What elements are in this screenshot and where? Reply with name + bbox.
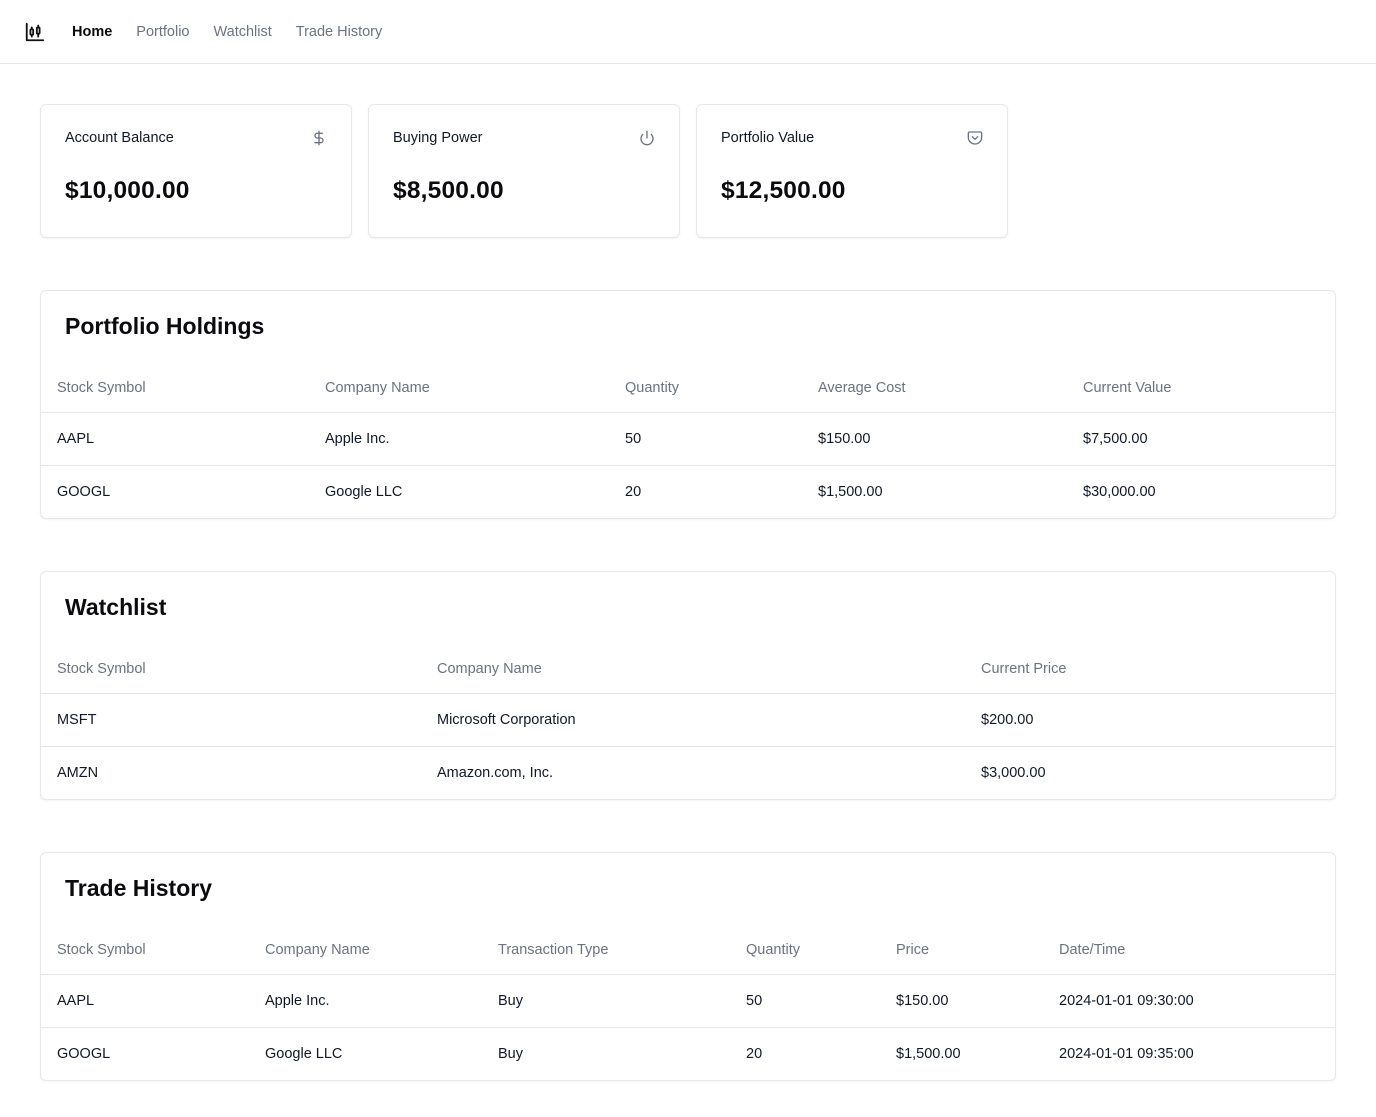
column-header: Stock Symbol <box>41 365 309 413</box>
table-row[interactable]: GOOGL Google LLC 20 $1,500.00 $30,000.00 <box>41 465 1335 518</box>
column-header: Stock Symbol <box>41 927 249 975</box>
table-cell: 2024-01-01 09:30:00 <box>1043 974 1335 1028</box>
table-cell: 50 <box>730 974 880 1028</box>
section-title: Watchlist <box>65 594 167 620</box>
column-header: Average Cost <box>802 365 1067 413</box>
table-cell: Apple Inc. <box>249 974 482 1028</box>
table-cell: $1,500.00 <box>896 1045 961 1062</box>
trade-history-table: Stock Symbol Company Name Transaction Ty… <box>41 927 1335 1080</box>
table-cell: AMZN <box>57 764 99 781</box>
stat-label: Buying Power <box>393 130 483 146</box>
stat-label: Account Balance <box>65 130 174 146</box>
top-navbar: Home Portfolio Watchlist Trade History <box>0 0 1376 64</box>
table-cell: $3,000.00 <box>981 764 1046 781</box>
section-title: Trade History <box>65 875 212 901</box>
table-cell: 20 <box>746 1045 763 1062</box>
nav-link-trade-history[interactable]: Trade History <box>296 24 382 40</box>
column-header: Company Name <box>421 646 965 694</box>
portfolio-value-card: Portfolio Value $12,500.00 <box>696 104 1008 238</box>
pocket-icon <box>967 130 983 146</box>
power-icon <box>639 130 655 146</box>
nav-link-watchlist[interactable]: Watchlist <box>214 24 272 40</box>
table-cell: 20 <box>625 483 642 500</box>
table-cell: $1,500.00 <box>818 483 883 500</box>
table-cell: $200.00 <box>965 693 1335 747</box>
table-header-row: Stock Symbol Company Name Transaction Ty… <box>41 927 1335 975</box>
table-cell: 2024-01-01 09:35:00 <box>1059 1045 1194 1062</box>
column-header: Price <box>880 927 1043 975</box>
watchlist-table: Stock Symbol Company Name Current Price … <box>41 646 1335 799</box>
dollar-icon <box>311 130 327 146</box>
stat-label: Portfolio Value <box>721 130 815 146</box>
table-cell: Apple Inc. <box>309 412 609 466</box>
table-cell: Microsoft Corporation <box>421 693 965 747</box>
table-row[interactable]: AMZN Amazon.com, Inc. $3,000.00 <box>41 746 1335 799</box>
table-cell: Buy <box>498 1045 523 1062</box>
column-header: Quantity <box>730 927 880 975</box>
table-cell: $150.00 <box>802 412 1067 466</box>
table-cell: MSFT <box>41 693 421 747</box>
table-cell: AAPL <box>41 412 309 466</box>
table-cell: Buy <box>482 974 730 1028</box>
column-header: Current Price <box>965 646 1335 694</box>
holdings-table: Stock Symbol Company Name Quantity Avera… <box>41 365 1335 518</box>
table-row[interactable]: GOOGL Google LLC Buy 20 $1,500.00 2024-0… <box>41 1027 1335 1080</box>
stat-value: $10,000.00 <box>65 177 190 204</box>
column-header: Date/Time <box>1043 927 1335 975</box>
table-row[interactable]: AAPL Apple Inc. 50 $150.00 $7,500.00 <box>41 412 1335 466</box>
column-header: Current Value <box>1067 365 1335 413</box>
table-cell: AAPL <box>41 974 249 1028</box>
table-header-row: Stock Symbol Company Name Quantity Avera… <box>41 365 1335 413</box>
portfolio-holdings-panel: Portfolio Holdings Stock Symbol Company … <box>40 290 1336 519</box>
candlestick-chart-logo-icon[interactable] <box>24 20 48 44</box>
column-header: Quantity <box>609 365 802 413</box>
table-cell: Google LLC <box>265 1045 343 1062</box>
table-cell: $7,500.00 <box>1067 412 1335 466</box>
column-header: Company Name <box>309 365 609 413</box>
table-cell: GOOGL <box>57 483 111 500</box>
table-row[interactable]: MSFT Microsoft Corporation $200.00 <box>41 693 1335 747</box>
table-cell: GOOGL <box>57 1045 111 1062</box>
main-nav: Home Portfolio Watchlist Trade History <box>72 24 382 40</box>
nav-link-home[interactable]: Home <box>72 24 112 40</box>
table-cell: $150.00 <box>880 974 1043 1028</box>
table-header-row: Stock Symbol Company Name Current Price <box>41 646 1335 694</box>
watchlist-panel: Watchlist Stock Symbol Company Name Curr… <box>40 571 1336 800</box>
stat-value: $8,500.00 <box>393 177 504 204</box>
trade-history-panel: Trade History Stock Symbol Company Name … <box>40 852 1336 1081</box>
table-cell: Amazon.com, Inc. <box>437 764 554 781</box>
buying-power-card: Buying Power $8,500.00 <box>368 104 680 238</box>
column-header: Transaction Type <box>482 927 730 975</box>
nav-link-portfolio[interactable]: Portfolio <box>136 24 189 40</box>
table-cell: Google LLC <box>325 483 403 500</box>
table-row[interactable]: AAPL Apple Inc. Buy 50 $150.00 2024-01-0… <box>41 974 1335 1028</box>
stats-row: Account Balance $10,000.00 Buying Power <box>40 104 1336 238</box>
account-balance-card: Account Balance $10,000.00 <box>40 104 352 238</box>
table-cell: 50 <box>609 412 802 466</box>
stat-value: $12,500.00 <box>721 177 846 204</box>
column-header: Company Name <box>249 927 482 975</box>
main-content: Account Balance $10,000.00 Buying Power <box>0 64 1376 1081</box>
column-header: Stock Symbol <box>41 646 421 694</box>
table-cell: $30,000.00 <box>1083 483 1156 500</box>
section-title: Portfolio Holdings <box>65 313 265 339</box>
